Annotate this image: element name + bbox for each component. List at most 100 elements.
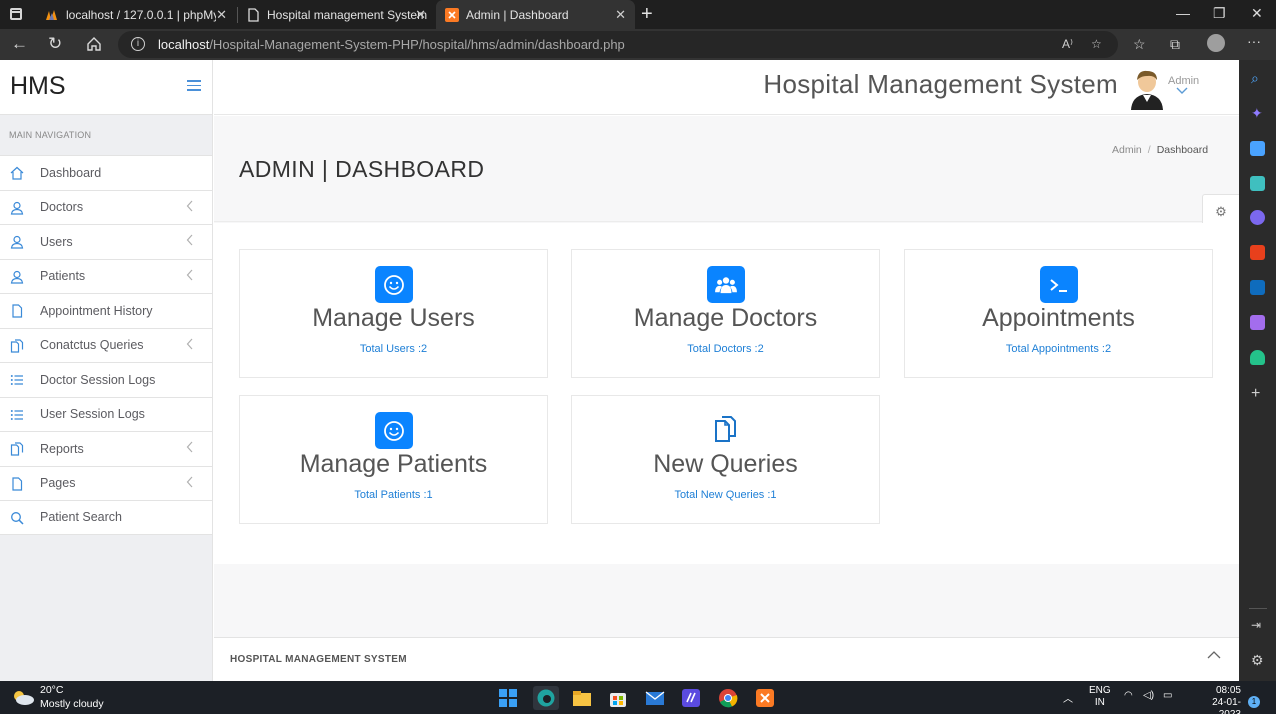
tab-admin-dashboard[interactable]: Admin | Dashboard ✕ xyxy=(436,0,635,29)
microsoft-store-icon[interactable] xyxy=(608,688,628,708)
home-icon[interactable] xyxy=(86,36,102,52)
menu-toggle-icon[interactable] xyxy=(187,80,201,91)
main-navigation: Dashboard Doctors Users Patients Appointment… xyxy=(0,155,212,535)
card-title[interactable]: New Queries xyxy=(572,450,879,479)
shopping-tag-icon[interactable] xyxy=(1250,141,1265,156)
card-count-link[interactable]: Total Appointments :2 xyxy=(905,343,1212,355)
files-icon xyxy=(712,414,740,444)
card-count-link[interactable]: Total Patients :1 xyxy=(240,489,547,501)
card-manage-users: Manage Users Total Users :2 xyxy=(239,249,548,378)
card-title[interactable]: Appointments xyxy=(905,304,1212,333)
system-clock[interactable]: 08:05 24-01-2023 xyxy=(1191,685,1241,714)
profile-avatar[interactable] xyxy=(1207,34,1225,52)
card-title[interactable]: Manage Doctors xyxy=(572,304,879,333)
tab-hospital-management[interactable]: Hospital management System ✕ xyxy=(237,0,435,29)
windows-start-icon[interactable] xyxy=(498,688,518,708)
edge-browser-icon[interactable] xyxy=(536,688,556,708)
browser-tab-strip: localhost / 127.0.0.1 | phpMyAdmi ✕ Hosp… xyxy=(0,0,1276,29)
admin-avatar[interactable] xyxy=(1130,68,1165,110)
close-tab-icon[interactable]: ✕ xyxy=(615,7,626,23)
minimize-icon[interactable]: — xyxy=(1176,5,1190,21)
close-window-icon[interactable]: ✕ xyxy=(1251,5,1263,22)
favorites-icon[interactable]: ☆ xyxy=(1133,36,1146,53)
card-count-link[interactable]: Total Users :2 xyxy=(240,343,547,355)
breadcrumb-admin[interactable]: Admin xyxy=(1112,144,1142,156)
tray-chevron-up-icon[interactable]: ︿ xyxy=(1063,690,1073,705)
sidebar-item-label: Patient Search xyxy=(40,510,122,525)
search-icon[interactable]: ⌕ xyxy=(1251,70,1259,87)
content-bottom xyxy=(214,564,1239,638)
weather-temperature[interactable]: 20°C xyxy=(40,684,63,696)
favorite-star-icon[interactable]: ☆ xyxy=(1091,37,1102,51)
sidebar-item-patients[interactable]: Patients xyxy=(0,258,212,294)
files-icon xyxy=(10,338,24,353)
mail-icon[interactable] xyxy=(645,688,665,708)
sidebar-item-users[interactable]: Users xyxy=(0,224,212,259)
page-footer: HOSPITAL MANAGEMENT SYSTEM xyxy=(214,638,1239,681)
collections-icon[interactable]: ⧉ xyxy=(1170,36,1180,53)
outlook-icon[interactable] xyxy=(1250,280,1265,295)
sidebar-item-label: Users xyxy=(40,234,73,249)
xampp-icon[interactable] xyxy=(755,688,775,708)
maximize-icon[interactable]: ❐ xyxy=(1213,5,1226,22)
office-icon[interactable] xyxy=(1250,245,1265,260)
card-count-link[interactable]: Total New Queries :1 xyxy=(572,489,879,501)
sidebar-item-appointment-history[interactable]: Appointment History xyxy=(0,293,212,328)
sidebar-item-dashboard[interactable]: Dashboard xyxy=(0,155,212,190)
sidebar-settings-icon[interactable]: ⚙ xyxy=(1251,652,1264,669)
card-count-link[interactable]: Total Doctors :2 xyxy=(572,343,879,355)
back-icon[interactable]: ← xyxy=(11,34,28,54)
notification-badge[interactable]: 1 xyxy=(1248,696,1260,708)
dashboard-content: ADMIN | DASHBOARD Admin / Dashboard ⚙ Mana… xyxy=(214,116,1239,564)
sidebar-item-reports[interactable]: Reports xyxy=(0,431,212,466)
file-icon xyxy=(10,304,24,318)
url-text[interactable]: localhost/Hospital-Management-System-PHP… xyxy=(158,37,625,52)
sidebar-item-doctor-session-logs[interactable]: Doctor Session Logs xyxy=(0,362,212,397)
wifi-icon[interactable]: ◠ xyxy=(1124,690,1133,701)
tab-title: Hospital management System xyxy=(267,7,428,22)
admin-username[interactable]: Admin xyxy=(1168,75,1199,87)
card-title[interactable]: Manage Patients xyxy=(240,450,547,479)
language-indicator[interactable]: ENG IN xyxy=(1089,685,1111,709)
sidebar-item-label: Patients xyxy=(40,269,86,284)
search-icon xyxy=(10,511,24,525)
chevron-left-icon xyxy=(186,338,193,349)
file-explorer-icon[interactable] xyxy=(572,688,592,708)
sidebar-item-patient-search[interactable]: Patient Search xyxy=(0,500,212,535)
more-menu-icon[interactable]: ··· xyxy=(1247,33,1261,49)
site-info-icon[interactable]: i xyxy=(131,37,145,51)
sidebar-item-pages[interactable]: Pages xyxy=(0,465,212,501)
hide-sidebar-icon[interactable]: ⇥ xyxy=(1251,618,1261,632)
tab-actions-icon[interactable] xyxy=(10,8,22,20)
chevron-down-icon[interactable] xyxy=(1176,87,1188,95)
close-tab-icon[interactable]: ✕ xyxy=(216,7,227,23)
volume-icon[interactable]: ◁) xyxy=(1143,690,1154,701)
vscode-icon[interactable] xyxy=(681,688,701,708)
clock-date: 24-01-2023 xyxy=(1212,697,1241,714)
scroll-top-chevron-up-icon[interactable] xyxy=(1207,648,1221,662)
sidebar-item-doctors[interactable]: Doctors xyxy=(0,189,212,225)
chrome-icon[interactable] xyxy=(718,688,738,708)
tree-icon[interactable] xyxy=(1250,350,1265,365)
sidebar-item-conatctus-queries[interactable]: Conatctus Queries xyxy=(0,327,212,363)
address-bar[interactable]: i localhost/Hospital-Management-System-P… xyxy=(118,31,1118,58)
close-tab-icon[interactable]: ✕ xyxy=(415,7,426,23)
weather-description[interactable]: Mostly cloudy xyxy=(40,698,104,710)
designer-icon[interactable] xyxy=(1250,315,1265,330)
sidebar-item-user-session-logs[interactable]: User Session Logs xyxy=(0,396,212,432)
battery-icon[interactable]: ▭ xyxy=(1163,690,1172,701)
games-icon[interactable] xyxy=(1250,210,1265,225)
brand-logo[interactable]: HMS xyxy=(10,72,66,101)
phpmyadmin-favicon-icon xyxy=(46,10,57,20)
tools-icon[interactable] xyxy=(1250,176,1265,191)
new-tab-icon[interactable]: + xyxy=(641,3,653,26)
card-title[interactable]: Manage Users xyxy=(240,304,547,333)
sidebar-item-label: Dashboard xyxy=(40,165,102,180)
cloud-weather-icon[interactable] xyxy=(12,689,34,705)
reload-icon[interactable]: ↻ xyxy=(48,34,62,54)
read-aloud-icon[interactable]: A⁾ xyxy=(1062,37,1073,51)
tab-phpmyadmin[interactable]: localhost / 127.0.0.1 | phpMyAdmi ✕ xyxy=(36,0,236,29)
main-area: Hospital Management System Admin ADMIN |… xyxy=(214,60,1239,681)
copilot-icon[interactable]: ✦ xyxy=(1251,105,1263,122)
add-sidebar-app-icon[interactable]: + xyxy=(1251,385,1260,403)
